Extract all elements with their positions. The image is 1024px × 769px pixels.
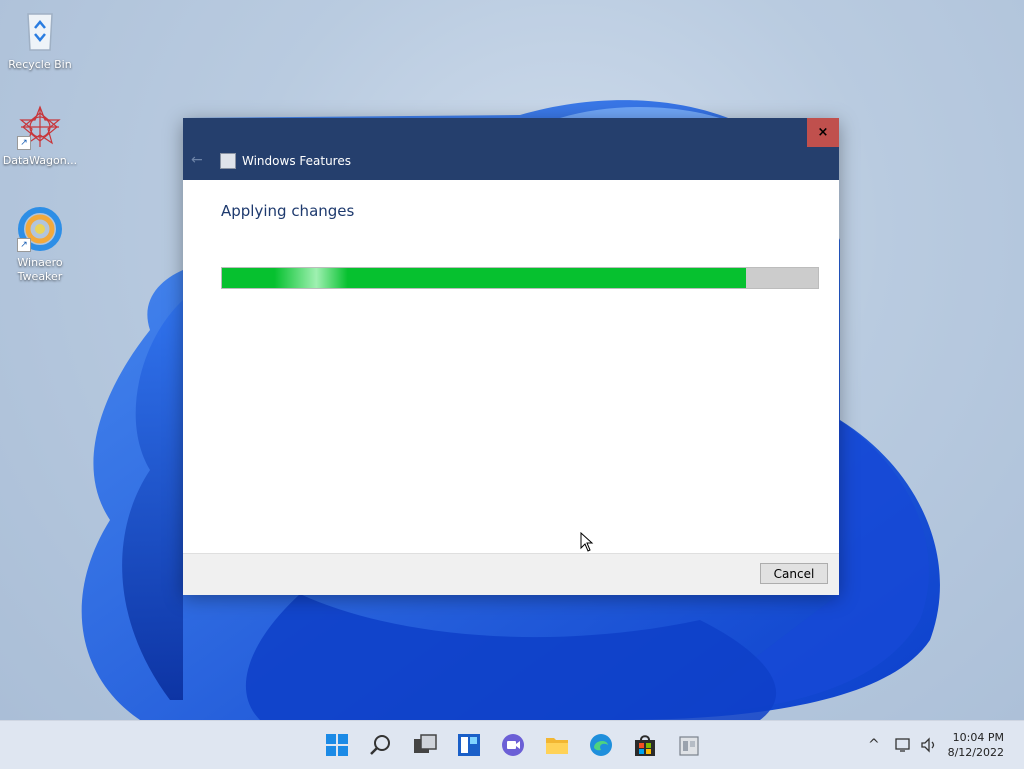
windows-features-dialog: × ← Windows Features Applying changes Ca… — [183, 118, 839, 595]
back-arrow-icon[interactable]: ← — [191, 152, 203, 168]
taskbar: ^ 10:04 PM 8/12/2022 — [0, 720, 1024, 769]
desktop-icon-label: Recycle Bin — [8, 58, 72, 71]
search-icon[interactable] — [369, 733, 393, 757]
desktop-icon-winaero-tweaker[interactable]: ↗ Winaero Tweaker — [0, 206, 80, 284]
widgets-icon[interactable] — [457, 733, 481, 757]
windows-features-icon — [220, 153, 236, 169]
task-view-icon[interactable] — [413, 733, 437, 757]
desktop-icon-label: DataWagon... — [2, 154, 78, 167]
progress-bar — [221, 267, 819, 289]
start-icon[interactable] — [325, 733, 349, 757]
shortcut-arrow-icon: ↗ — [17, 238, 31, 252]
title-bar: × ← Windows Features — [183, 118, 839, 180]
winaero-tweaker-icon: ↗ — [17, 206, 63, 252]
close-button[interactable]: × — [807, 118, 839, 147]
network-icon[interactable] — [895, 737, 913, 753]
shortcut-arrow-icon: ↗ — [17, 136, 31, 150]
desktop-icon-label: Winaero Tweaker — [17, 256, 63, 283]
clock-date: 8/12/2022 — [947, 746, 1004, 759]
datawagon-icon: ↗ — [17, 104, 63, 150]
chat-icon[interactable] — [501, 733, 525, 757]
file-explorer-icon[interactable] — [545, 733, 569, 757]
cancel-button[interactable]: Cancel — [760, 563, 828, 584]
edge-icon[interactable] — [589, 733, 613, 757]
chevron-up-icon[interactable]: ^ — [868, 737, 880, 753]
mouse-cursor-icon — [580, 532, 594, 552]
system-clock[interactable]: 10:04 PM 8/12/2022 — [948, 730, 1004, 760]
volume-icon[interactable] — [920, 737, 938, 753]
applying-changes-heading: Applying changes — [221, 202, 355, 220]
progress-bar-fill — [222, 268, 747, 288]
control-panel-icon[interactable] — [677, 733, 701, 757]
store-icon[interactable] — [633, 733, 657, 757]
clock-time: 10:04 PM — [952, 731, 1004, 744]
dialog-footer: Cancel — [183, 553, 839, 595]
desktop-icon-recycle-bin[interactable]: Recycle Bin — [0, 8, 80, 72]
desktop-icon-datawagon[interactable]: ↗ DataWagon... — [0, 104, 80, 168]
window-title: Windows Features — [242, 154, 351, 168]
recycle-bin-icon — [17, 8, 63, 54]
